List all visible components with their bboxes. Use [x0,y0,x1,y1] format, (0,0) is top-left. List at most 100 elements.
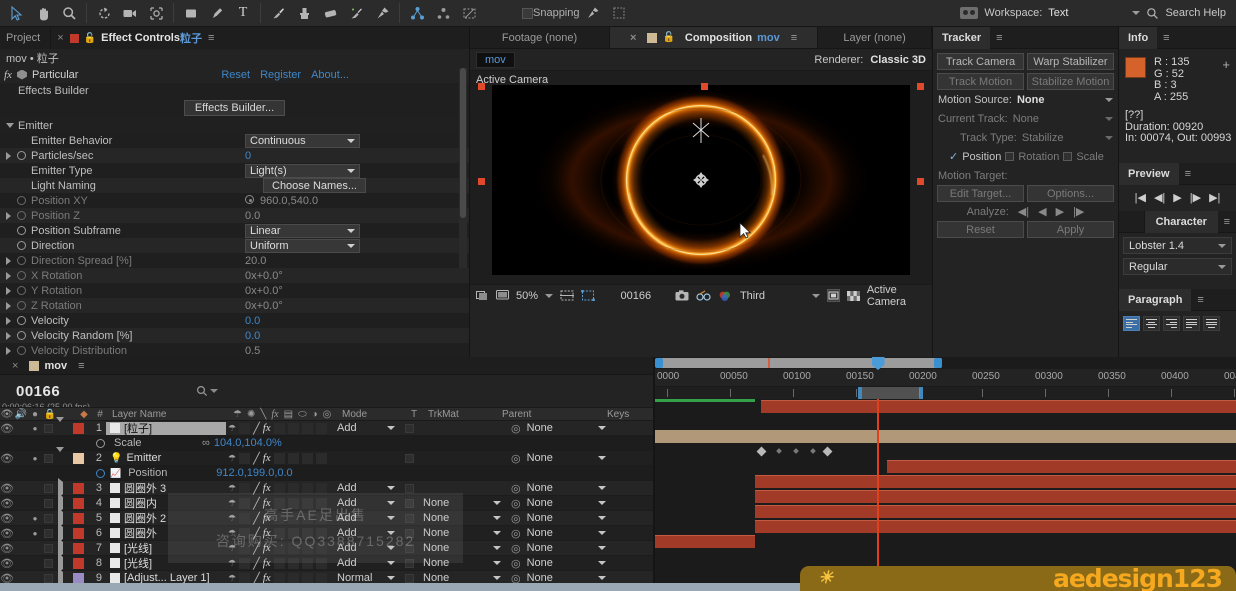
font-family-dropdown[interactable]: Lobster 1.4 [1123,237,1232,254]
parent-chevron-down-icon[interactable] [598,501,606,505]
effect-param-value[interactable]: 20.0 [245,255,266,267]
resize-handle-ml[interactable] [478,178,485,185]
next-frame-icon[interactable]: |▶ [1190,191,1201,204]
apply-button[interactable]: Apply [1027,221,1114,238]
previous-frame-icon[interactable]: ◀| [1154,191,1165,204]
track-row-prop-position[interactable] [655,444,1236,459]
layer-label-color[interactable] [70,423,86,434]
keyframe-marker-small[interactable] [776,448,782,454]
track-row-prop-scale[interactable] [655,414,1236,429]
resize-handle-tm[interactable] [701,83,708,90]
keyframe-marker-small[interactable] [793,448,799,454]
stopwatch-icon[interactable] [17,346,26,355]
character-panel-menu-icon[interactable]: ≡ [1218,216,1236,228]
position-checkbox-label[interactable]: Position [962,151,1001,163]
layer-label-color[interactable] [70,558,86,569]
monitor-icon[interactable] [496,289,509,302]
stopwatch-icon[interactable] [17,286,26,295]
parent-pickwhip-icon[interactable]: ◎ [511,512,521,525]
quality-switch-icon[interactable]: ╱ [253,422,260,435]
video-toggle-icon[interactable]: 👁 [0,557,14,570]
close-icon[interactable]: × [51,32,69,44]
layer-name[interactable]: 圆圈内 [106,497,226,510]
disclosure-triangle-icon[interactable] [6,287,11,295]
property-stopwatch-icon[interactable] [96,469,105,478]
always-preview-icon[interactable] [476,289,489,302]
keyframe-marker-small[interactable] [810,448,816,454]
layer-mode-dropdown[interactable]: Add [331,512,401,524]
align-right-icon[interactable] [1163,316,1180,331]
layer-switches[interactable]: ☂╱fx [226,497,331,510]
navigator-zone[interactable] [657,358,942,368]
tab-info[interactable]: Info [1119,27,1157,49]
layer-name[interactable]: 圆圈外 3 [106,482,226,495]
keys-column-header[interactable]: Keys [601,409,661,420]
trkmat-value[interactable]: None [423,557,449,569]
track-row-layer-9[interactable] [655,549,1236,564]
preserve-transparency-toggle[interactable] [401,499,417,508]
analyze-forward-icon[interactable]: ▶ [1056,205,1064,218]
track-motion-button[interactable]: Track Motion [937,73,1024,90]
effect-param-dropdown[interactable]: Continuous [245,134,360,148]
effect-param-value-wrap[interactable]: 0x+0.0° [245,270,283,282]
effect-param-row[interactable]: Light NamingChoose Names... [0,178,469,193]
zoom-chevron-down-icon[interactable] [545,294,553,298]
edit-target-button[interactable]: Edit Target... [937,185,1024,202]
panel-menu-icon[interactable]: ≡ [202,32,220,44]
timeline-comp-name[interactable]: mov [44,360,67,372]
effect-param-value-wrap[interactable]: 0.0 [245,210,260,222]
effect-param-value[interactable]: 0x+0.0° [245,300,283,312]
shy-switch-icon[interactable]: ☂ [228,528,236,539]
preserve-transparency-toggle[interactable] [401,424,417,433]
lock-toggle-icon[interactable] [42,454,54,463]
stopwatch-icon[interactable] [17,271,26,280]
layer-parent-dropdown[interactable]: ◎None [507,422,612,435]
search-icon[interactable] [1146,7,1159,20]
layer-label-color[interactable] [70,498,86,509]
solo-toggle-icon[interactable]: ● [28,424,42,433]
shape-tool-icon[interactable] [178,2,204,25]
layer-switches[interactable]: ☂╱fx [226,422,331,435]
quality-switch-icon[interactable]: ╱ [253,542,260,555]
snapping-checkbox[interactable] [522,8,533,19]
scale-checkbox[interactable] [1063,152,1072,161]
layer-switches[interactable]: ☂╱fx [226,512,331,525]
video-toggle-icon[interactable]: 👁 [0,527,14,540]
effect-param-row[interactable]: Emitter BehaviorContinuous [0,133,469,148]
layer-switches[interactable]: ☂╱fx [226,452,331,465]
eraser-tool-icon[interactable] [317,2,343,25]
trkmat-value[interactable]: None [423,527,449,539]
effect-param-dropdown[interactable]: Light(s) [245,164,360,178]
effect-param-button[interactable]: Choose Names... [245,178,366,193]
shy-switch-icon[interactable]: ☂ [228,453,236,464]
preserve-transparency-toggle[interactable] [401,574,417,583]
layer-name[interactable]: 💡Emitter [106,452,226,465]
zoom-tool-icon[interactable] [56,2,82,25]
lock-toggle-icon[interactable] [42,529,54,538]
position-check-icon[interactable]: ✓ [949,150,958,163]
trkmat-column-header[interactable]: TrkMat [422,409,496,420]
effect-param-row[interactable]: DirectionUniform [0,238,469,253]
solo-toggle-icon[interactable]: ● [28,454,42,463]
disclosure-triangle-icon[interactable] [6,347,11,355]
rotation-tool-icon[interactable] [91,2,117,25]
keyframe-marker[interactable] [823,447,833,457]
parent-column-header[interactable]: Parent [496,409,601,420]
parent-chevron-down-icon[interactable] [598,516,606,520]
preserve-transparency-toggle[interactable] [401,484,417,493]
layer-label-color[interactable] [70,543,86,554]
effect-controls-scrollbar[interactable] [459,68,467,268]
shy-switch-icon[interactable]: ☂ [228,498,236,509]
scale-checkbox-label[interactable]: Scale [1076,151,1104,163]
parent-pickwhip-icon[interactable]: ◎ [511,497,521,510]
transparency-grid-icon[interactable] [847,289,860,302]
tracker-panel-menu-icon[interactable]: ≡ [990,32,1008,44]
tab-preview[interactable]: Preview [1119,163,1179,185]
shy-switch-icon[interactable]: ☂ [228,513,236,524]
parent-chevron-down-icon[interactable] [598,456,606,460]
effect-param-row[interactable]: Velocity Random [%]0.0 [0,328,469,343]
timeline-panel-divider[interactable] [653,357,655,591]
effect-param-value-wrap[interactable]: 0 [245,150,251,162]
effect-param-row[interactable]: Velocity Distribution0.5 [0,343,469,357]
stopwatch-icon[interactable] [17,211,26,220]
